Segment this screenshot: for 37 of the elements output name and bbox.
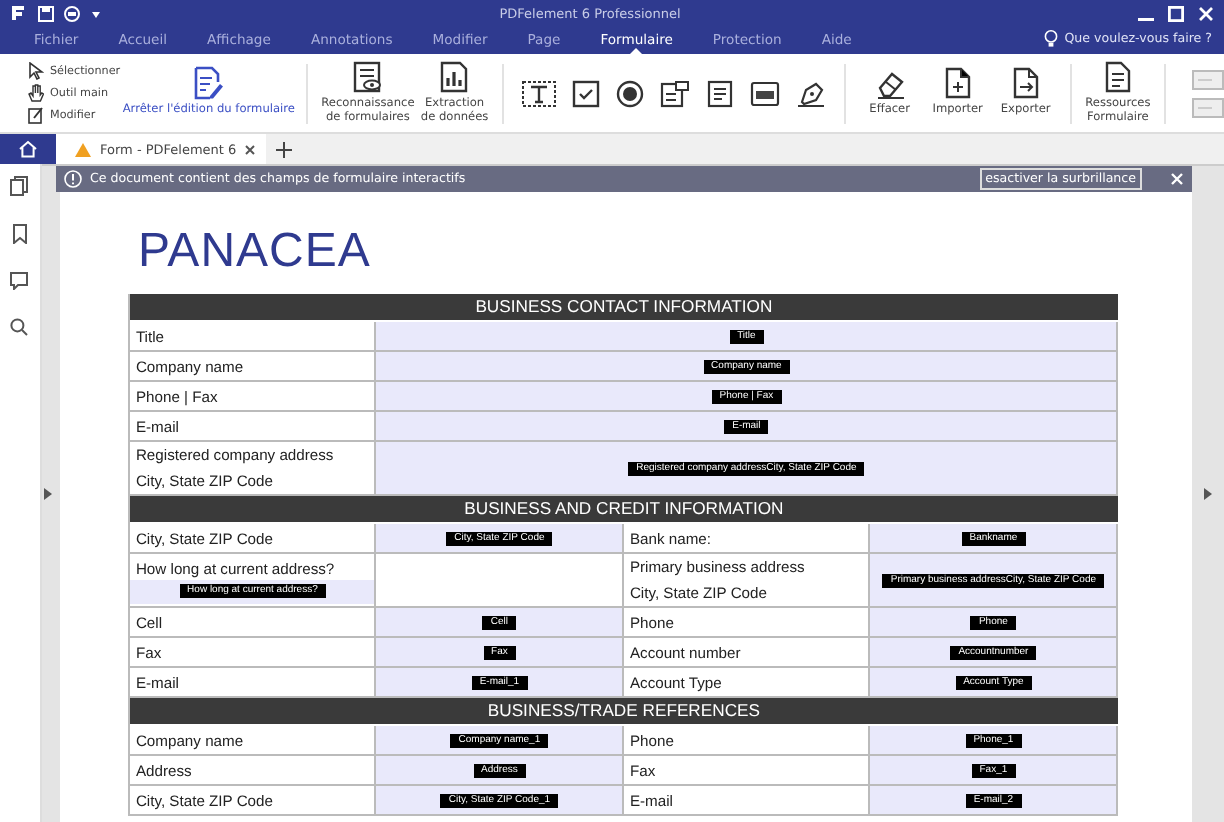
bookmark-icon[interactable] (11, 224, 28, 244)
list-box-icon (705, 79, 734, 107)
close-icon[interactable] (244, 143, 257, 155)
pen-nib-icon (795, 79, 826, 107)
radio-button-icon (615, 79, 644, 107)
home-icon (18, 140, 38, 158)
company-logo: PANACEA (137, 224, 373, 282)
combo-box-icon (659, 79, 690, 107)
home-tab[interactable] (0, 134, 56, 164)
section-header: BUSINESS/TRADE REFERENCES (129, 698, 1118, 724)
search-icon[interactable] (10, 318, 29, 336)
button-field-icon (749, 79, 780, 107)
section-header: BUSINESS CONTACT INFORMATION (129, 294, 1118, 320)
app-logo-icon (10, 4, 28, 22)
document-list-icon (1101, 59, 1134, 94)
document-export-icon (1009, 66, 1042, 101)
lightbulb-icon (1044, 30, 1059, 48)
cursor-icon (28, 62, 44, 80)
save-icon[interactable] (38, 5, 54, 21)
form-edit-icon (192, 66, 225, 101)
chart-document-icon (438, 59, 471, 94)
expand-arrow-icon[interactable] (44, 488, 53, 500)
hand-icon (28, 84, 44, 102)
comment-icon[interactable] (10, 272, 29, 290)
info-icon (63, 170, 82, 188)
new-tab-icon[interactable] (276, 141, 293, 157)
section-header: BUSINESS AND CREDIT INFORMATION (129, 496, 1118, 522)
text-field-icon (521, 79, 556, 107)
document-import-icon (941, 66, 974, 101)
maximize-icon[interactable] (1168, 5, 1184, 21)
dropdown-icon[interactable] (90, 7, 102, 19)
checkbox-icon (571, 79, 600, 107)
edit-icon (28, 106, 44, 124)
pages-icon[interactable] (10, 176, 29, 196)
expand-arrow-icon[interactable] (1204, 488, 1213, 500)
warning-icon (74, 141, 92, 157)
form-scan-icon (351, 59, 384, 94)
